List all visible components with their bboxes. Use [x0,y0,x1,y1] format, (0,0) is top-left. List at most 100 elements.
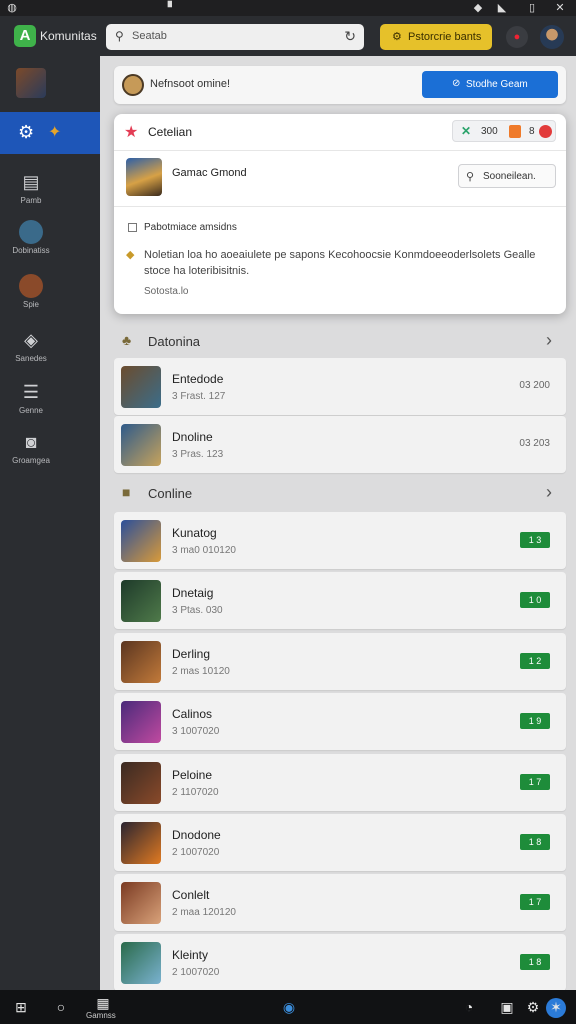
list-item[interactable]: Dnodone 2 1007020 1 8 [114,814,566,871]
portrait-icon [19,274,43,298]
document-icon: ▤ [22,172,40,192]
chat-icon[interactable]: ◔ [460,998,478,1016]
user-avatar[interactable] [540,25,564,49]
game-thumbnail [121,882,161,924]
search-icon[interactable]: ○ [52,998,70,1016]
game-thumbnail [121,641,161,683]
sidebar-item-genne[interactable]: ☰ Genne [0,380,62,415]
status-badge: 1 2 [520,653,550,669]
list-item[interactable]: Peloine 2 1107020 1 7 [114,754,566,811]
game-name: Gamac Gmond [172,167,247,179]
profile-avatar[interactable] [16,68,46,98]
pin-icon: ▘ [167,2,177,14]
search-input[interactable]: ⚲ Seatab ↻ [106,24,364,50]
flag-icon [509,125,521,138]
list-item[interactable]: Dnetaig 3 Ptas. 030 1 0 [114,572,566,629]
game-thumbnail [121,424,161,466]
settings-icon[interactable]: ⚙ [524,998,542,1016]
sidebar-item-settings[interactable]: ⚙ ✦ [0,112,100,154]
item-name: Dnetaig [172,586,214,600]
calculator-icon[interactable]: ▣ [498,998,516,1016]
section-header[interactable]: ■ Conline › [114,480,566,506]
game-thumbnail [121,822,161,864]
app-title: Komunitas [40,29,97,43]
gear-icon: ⚙ [18,122,35,142]
item-meta: 2 1007020 [172,847,220,858]
item-name: Entedode [172,372,224,386]
chevron-right-icon[interactable]: › [546,482,552,503]
option-checkbox[interactable] [128,223,137,232]
x-icon[interactable]: ✕ [461,124,471,138]
stat-count-2: 8 [529,126,535,137]
item-name: Dnodone [172,828,221,842]
item-name: Kleinty [172,948,209,962]
item-name: Kunatog [172,526,217,540]
game-select[interactable]: ⚲ Sooneilean. [458,164,556,188]
sidebar-item-pamb[interactable]: ▤ Pamb [0,170,62,205]
search-icon: ⚲ [115,29,124,43]
status-badge: 1 7 [520,894,550,910]
notification-icon[interactable]: ● [506,26,528,48]
sidebar-item-dobinatiss[interactable]: Dobinatiss [0,220,62,255]
status-text: Nefnsoot omine! [150,78,231,90]
app-header: A Komunitas ⚲ Seatab ↻ ⚙ Pstorcrie bants… [0,16,576,56]
item-name: Peloine [172,768,213,782]
popup-link[interactable]: Sotosta.lo [144,286,188,297]
game-thumbnail [121,580,161,622]
browser-icon[interactable]: ◉ [280,998,298,1016]
list-item[interactable]: Kunatog 3 ma0 010120 1 3 [114,512,566,569]
item-name: Dnoline [172,430,213,444]
section-title: Datonina [148,334,201,349]
briefcase-icon: ■ [122,484,131,500]
sidebar-item-sanedes[interactable]: ◈ Sanedes [0,328,62,363]
status-action-button[interactable]: ⊘ Stodhe Geam [422,71,558,98]
status-badge: 1 3 [520,532,550,548]
sidebar-item-label: Spie [22,300,39,309]
list-item[interactable]: Kleinty 2 1007020 1 8 [114,934,566,991]
disc-icon [19,220,43,244]
sidebar-item-label: Genne [18,406,44,415]
star-icon: ★ [124,124,139,141]
list-item[interactable]: Calinos 3 1007020 1 9 [114,693,566,750]
app-icon[interactable]: ◍ [6,2,18,14]
sidebar-item-label: Sanedes [15,354,47,363]
chevron-right-icon[interactable]: › [546,330,552,351]
game-thumbnail [121,366,161,408]
gift-icon: ⚙ [392,31,402,43]
games-icon[interactable]: ▦ [94,994,112,1012]
status-badge: 1 8 [520,954,550,970]
game-thumbnail [121,942,161,984]
game-thumbnail [121,520,161,562]
assistant-icon[interactable]: ✶ [546,998,566,1018]
list-item[interactable]: Entedode 3 Frast. 127 03 200 [114,358,566,415]
promo-label: Pstorcrie bants [408,31,482,43]
main-content: Nefnsoot omine! ⊘ Stodhe Geam ★ Cetelian… [100,56,576,991]
refresh-icon[interactable]: ↻ [344,28,356,45]
status-avatar [122,74,144,96]
section-header[interactable]: ♣ Datonina › [114,328,566,354]
sidebar: ⚙ ✦ ▤ Pamb Dobinatiss Spie ◈ Sanedes ☰ G… [0,56,100,990]
status-bar: Nefnsoot omine! ⊘ Stodhe Geam [114,66,566,104]
select-label: Sooneilean. [483,171,536,182]
game-detail-popup: ★ Cetelian ✕ 300 8 Gamac Gmond ⚲ Sooneil… [114,114,566,314]
sidebar-item-groamgea[interactable]: ◙ Groamgea [0,430,62,465]
list-item[interactable]: Conlelt 2 maa 120120 1 7 [114,874,566,931]
divider [114,206,566,207]
close-icon[interactable]: ✕ [554,2,566,14]
app-logo-icon: A [14,25,36,47]
game-thumbnail [121,701,161,743]
item-name: Derling [172,647,211,661]
item-meta: 2 mas 10120 [172,666,230,677]
list-item[interactable]: Derling 2 mas 10120 1 2 [114,633,566,690]
promo-button[interactable]: ⚙ Pstorcrie bants [380,24,492,50]
windows-start-icon[interactable]: ⊞ [12,998,30,1016]
status-badge: 1 7 [520,774,550,790]
info-icon: ◆ [126,249,135,261]
wifi-icon: ◆ [473,2,483,14]
list-item[interactable]: Dnoline 3 Pras. 123 03 203 [114,416,566,473]
sidebar-item-spie[interactable]: Spie [0,274,62,309]
alert-icon [539,125,552,138]
search-icon: ⚲ [466,171,475,183]
battery-icon: ▯ [528,2,536,14]
item-meta: 3 ma0 010120 [172,545,236,556]
